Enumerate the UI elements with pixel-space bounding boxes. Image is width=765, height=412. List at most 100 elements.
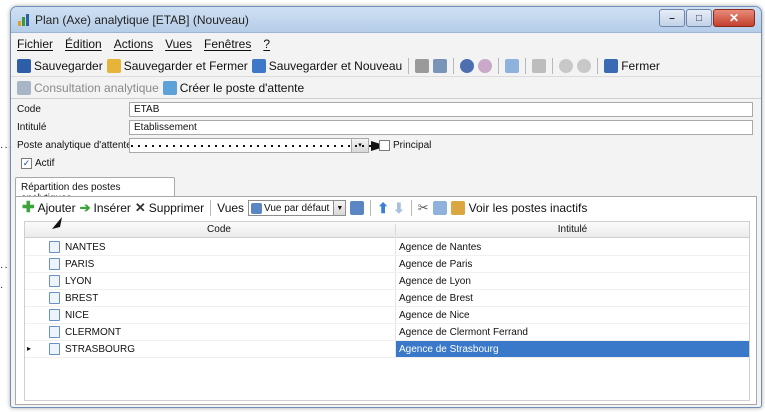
cell-intitule[interactable]: Agence de Brest [395, 290, 749, 306]
consult-icon [17, 81, 31, 95]
actif-checkbox[interactable]: ✓ Actif [21, 158, 54, 169]
save-icon [17, 58, 31, 73]
table-row[interactable]: BREST Agence de Brest [25, 290, 749, 307]
row-icon [49, 292, 60, 304]
close-doc-icon [604, 58, 619, 73]
toolbar-separator [453, 57, 455, 74]
menu-fichier[interactable]: Fichier [17, 37, 53, 51]
annotation-dots-bottom-left: · [0, 282, 5, 293]
cell-code[interactable]: BREST [65, 293, 98, 304]
inactive-posts-link[interactable]: Voir les postes inactifs [469, 201, 588, 215]
code-row: Code ETAB [11, 102, 761, 118]
table-row[interactable]: LYON Agence de Lyon [25, 273, 749, 290]
views-icon [251, 202, 263, 214]
print-icon[interactable] [415, 58, 430, 73]
exit-icon[interactable] [577, 58, 592, 73]
save-close-button[interactable]: Sauvegarder et Fermer [106, 58, 248, 73]
save-close-icon [106, 58, 121, 73]
save-button[interactable]: Sauvegarder [17, 58, 103, 73]
add-button[interactable]: ✚ Ajouter [22, 199, 76, 216]
up-arrow-icon[interactable]: ⬆ [377, 200, 389, 217]
main-toolbar: Sauvegarder Sauvegarder et Fermer Sauveg… [11, 55, 761, 77]
menu-edition[interactable]: Édition [65, 37, 102, 51]
save-new-button[interactable]: Sauvegarder et Nouveau [251, 58, 403, 73]
redo-icon[interactable] [478, 58, 493, 73]
views-select[interactable]: Vue par défaut ▼ [248, 200, 347, 216]
toolbar-separator [498, 57, 500, 74]
down-arrow-icon[interactable]: ⬇ [393, 200, 405, 217]
postes-grid: Code Intitulé NANTES Agence de Nantes PARI… [24, 221, 750, 401]
paste-icon[interactable] [432, 201, 447, 215]
copy-icon[interactable] [505, 58, 520, 73]
header-form: Code ETAB Intitulé Etablissement Poste a… [11, 100, 761, 170]
create-waiting-label: Créer le poste d'attente [179, 81, 305, 95]
principal-checkbox[interactable]: Principal [379, 140, 431, 151]
menu-help[interactable]: ? [263, 37, 270, 51]
create-waiting-button[interactable]: Créer le poste d'attente [162, 81, 305, 95]
cell-intitule[interactable]: Agence de Clermont Ferrand [395, 324, 749, 340]
row-icon [49, 258, 60, 270]
cell-intitule[interactable]: Agence de Lyon [395, 273, 749, 289]
code-field[interactable]: ETAB [129, 102, 753, 117]
table-row[interactable]: NANTES Agence de Nantes [25, 239, 749, 256]
add-label: Ajouter [37, 201, 76, 215]
table-row[interactable]: NICE Agence de Nice [25, 307, 749, 324]
create-icon [162, 81, 177, 95]
close-window-button[interactable]: ✕ [713, 9, 755, 27]
toolbar-separator [552, 57, 554, 74]
cell-intitule[interactable]: Agence de Nantes [395, 239, 749, 255]
undo-icon[interactable] [460, 58, 475, 73]
table-row[interactable]: CLERMONT Agence de Clermont Ferrand [25, 324, 749, 341]
menu-vues[interactable]: Vues [165, 37, 192, 51]
cell-intitule[interactable]: Agence de Strasbourg [395, 341, 749, 357]
cell-code[interactable]: CLERMONT [65, 327, 121, 338]
row-icon [49, 343, 60, 355]
application-window: Plan (Axe) analytique [ETAB] (Nouveau) –… [10, 6, 762, 408]
column-header-intitule[interactable]: Intitulé [395, 224, 749, 235]
cell-intitule[interactable]: Agence de Nice [395, 307, 749, 323]
delete-icon[interactable] [532, 58, 547, 73]
grid-toolbar: ✚ Ajouter ➔ Insérer ✕ Supprimer Vues Vue… [22, 199, 587, 217]
preview-icon[interactable] [433, 58, 448, 73]
add-icon: ✚ [22, 199, 35, 216]
table-row[interactable]: ▸ STRASBOURG Agence de Strasbourg [25, 341, 749, 358]
delete-button[interactable]: ✕ Supprimer [135, 200, 204, 216]
save-new-label: Sauvegarder et Nouveau [268, 58, 403, 73]
tab-panel: ✚ Ajouter ➔ Insérer ✕ Supprimer Vues Vue… [15, 196, 757, 405]
save-label: Sauvegarder [34, 58, 103, 73]
cell-code[interactable]: NICE [65, 310, 89, 321]
insert-icon: ➔ [79, 200, 91, 215]
insert-button[interactable]: ➔ Insérer [80, 200, 131, 216]
menu-actions[interactable]: Actions [114, 37, 153, 51]
close-doc-icon[interactable] [559, 58, 574, 73]
column-header-code[interactable]: Code [43, 224, 395, 235]
close-button[interactable]: Fermer [604, 58, 660, 73]
maximize-button[interactable]: □ [686, 9, 712, 27]
chevron-down-icon[interactable]: ▼ [333, 201, 346, 215]
views-config-icon[interactable] [350, 201, 365, 215]
consult-button[interactable]: Consultation analytique [17, 81, 159, 95]
actif-label: Actif [35, 158, 55, 169]
intitule-field[interactable]: Etablissement [129, 120, 753, 135]
app-icon [18, 14, 29, 26]
filter-icon[interactable] [450, 201, 465, 215]
cell-code[interactable]: NANTES [65, 242, 106, 253]
row-icon [49, 326, 60, 338]
poste-row: Poste analytique d'attente ▾ Principal [11, 138, 761, 154]
tab-repartition[interactable]: Répartition des postes analytiques [15, 177, 175, 204]
window-title: Plan (Axe) analytique [ETAB] (Nouveau) [35, 13, 249, 27]
intitule-label: Intitulé [17, 122, 47, 133]
close-label: Fermer [621, 58, 660, 73]
table-row[interactable]: PARIS Agence de Paris [25, 256, 749, 273]
cell-code[interactable]: LYON [65, 276, 92, 287]
cut-icon[interactable]: ✂ [418, 200, 429, 216]
row-indicator: ▸ [27, 344, 32, 353]
grid-header: Code Intitulé [25, 222, 749, 238]
save-close-label: Sauvegarder et Fermer [123, 58, 248, 73]
minimize-button[interactable]: – [659, 9, 685, 27]
cell-intitule[interactable]: Agence de Paris [395, 256, 749, 272]
cell-code[interactable]: PARIS [65, 259, 94, 270]
cell-code[interactable]: STRASBOURG [65, 344, 135, 355]
poste-label: Poste analytique d'attente [17, 140, 132, 151]
menu-fenetres[interactable]: Fenêtres [204, 37, 251, 51]
